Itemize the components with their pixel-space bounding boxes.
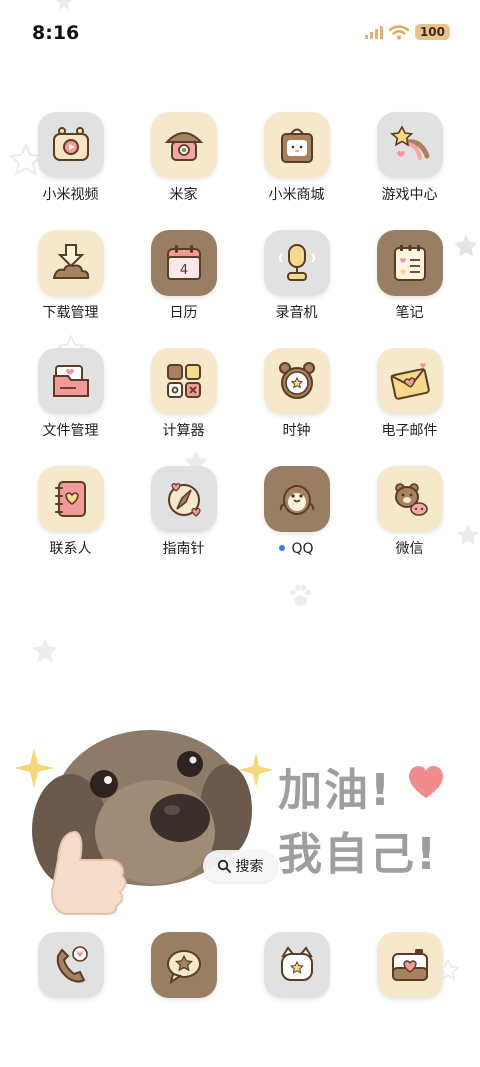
app-label: QQ bbox=[291, 541, 314, 557]
dock-messages[interactable] bbox=[127, 932, 240, 998]
mushroom-house-icon bbox=[164, 132, 203, 161]
dock-browser[interactable] bbox=[240, 932, 353, 998]
dog-photo-illustration bbox=[14, 730, 273, 915]
app-wechat[interactable]: 微信 bbox=[353, 466, 466, 558]
star-decoration-icon bbox=[55, 0, 73, 10]
new-install-dot bbox=[279, 545, 286, 551]
signal-icon bbox=[364, 25, 383, 39]
video-camera-icon bbox=[52, 127, 89, 161]
app-tile[interactable] bbox=[263, 112, 330, 178]
app-tile[interactable] bbox=[263, 230, 330, 296]
app-tile[interactable] bbox=[150, 112, 217, 178]
app-label: 微信 bbox=[395, 541, 424, 557]
app-label: 联系人 bbox=[49, 541, 92, 557]
bear-chat-icon bbox=[394, 483, 428, 516]
app-label: 指南针 bbox=[162, 541, 205, 557]
motto-line-1: 加油! bbox=[278, 765, 393, 816]
app-download-manager[interactable]: 下载管理 bbox=[14, 230, 127, 322]
calendar-day: 4 bbox=[179, 263, 187, 278]
motto-line-2: 我自己! bbox=[278, 829, 439, 880]
app-label: 计算器 bbox=[162, 423, 205, 439]
motivation-widget[interactable]: 加油! 我自己! bbox=[0, 700, 480, 930]
app-tile[interactable] bbox=[37, 230, 104, 296]
shopping-bag-icon bbox=[280, 128, 313, 163]
app-tile[interactable] bbox=[37, 932, 104, 998]
app-tile[interactable] bbox=[37, 466, 104, 532]
heart-icon bbox=[408, 766, 444, 798]
app-label: 笔记 bbox=[395, 305, 424, 321]
status-icons: 100 bbox=[364, 24, 450, 40]
contact-book-icon bbox=[54, 481, 86, 517]
shooting-star-icon bbox=[389, 125, 429, 160]
app-calculator[interactable]: 计算器 bbox=[127, 348, 240, 440]
app-label: 米家 bbox=[169, 187, 198, 203]
app-label: 文件管理 bbox=[42, 423, 99, 439]
app-file-manager[interactable]: 文件管理 bbox=[14, 348, 127, 440]
camera-icon bbox=[391, 949, 428, 981]
app-tile[interactable] bbox=[263, 466, 330, 532]
download-arrow-icon bbox=[52, 244, 89, 279]
notepad-icon bbox=[393, 245, 426, 281]
dock bbox=[14, 932, 466, 998]
app-qq[interactable]: QQ bbox=[240, 466, 353, 558]
search-button[interactable]: 搜索 bbox=[203, 850, 277, 882]
app-tile[interactable] bbox=[263, 932, 330, 998]
penguin-icon bbox=[279, 485, 314, 515]
app-grid: 小米视频 米家 小米商城 游戏中心 下载管理 4 日历 录音机 笔记 文件管理 … bbox=[14, 112, 466, 558]
app-calendar[interactable]: 4 日历 bbox=[127, 230, 240, 322]
app-contacts[interactable]: 联系人 bbox=[14, 466, 127, 558]
app-label: 电子邮件 bbox=[381, 423, 438, 439]
microphone-icon bbox=[278, 244, 315, 281]
app-label: 小米视频 bbox=[42, 187, 99, 203]
app-label: 下载管理 bbox=[42, 305, 99, 321]
app-tile[interactable] bbox=[37, 112, 104, 178]
wifi-icon bbox=[388, 24, 409, 39]
alarm-clock-icon bbox=[278, 362, 315, 399]
app-game-center[interactable]: 游戏中心 bbox=[353, 112, 466, 204]
search-label: 搜索 bbox=[235, 859, 264, 875]
calculator-icon bbox=[166, 364, 201, 398]
status-time: 8:16 bbox=[32, 22, 80, 44]
search-icon bbox=[217, 859, 231, 873]
compass-icon bbox=[167, 482, 201, 517]
app-tile[interactable] bbox=[376, 348, 443, 414]
app-tile[interactable] bbox=[150, 932, 217, 998]
paw-decoration-icon bbox=[290, 584, 312, 606]
calendar-icon: 4 bbox=[166, 245, 201, 280]
app-mijia[interactable]: 米家 bbox=[127, 112, 240, 204]
folder-icon bbox=[52, 365, 89, 397]
app-notes[interactable]: 笔记 bbox=[353, 230, 466, 322]
browser-icon bbox=[280, 946, 313, 981]
battery-indicator: 100 bbox=[414, 24, 450, 40]
app-label: 游戏中心 bbox=[381, 187, 438, 203]
app-tile[interactable] bbox=[376, 112, 443, 178]
app-clock[interactable]: 时钟 bbox=[240, 348, 353, 440]
star-decoration-icon bbox=[436, 958, 460, 981]
app-email[interactable]: 电子邮件 bbox=[353, 348, 466, 440]
app-label: 时钟 bbox=[282, 423, 311, 439]
app-label: 日历 bbox=[169, 305, 198, 321]
app-label: 录音机 bbox=[275, 305, 318, 321]
app-tile[interactable] bbox=[376, 932, 443, 998]
app-xiaomi-video[interactable]: 小米视频 bbox=[14, 112, 127, 204]
app-tile[interactable] bbox=[150, 348, 217, 414]
app-tile[interactable] bbox=[150, 466, 217, 532]
app-tile[interactable] bbox=[263, 348, 330, 414]
app-xiaomi-store[interactable]: 小米商城 bbox=[240, 112, 353, 204]
star-decoration-icon bbox=[32, 638, 58, 663]
phone-icon bbox=[56, 946, 88, 983]
app-label-qq: QQ bbox=[279, 540, 314, 558]
app-tile[interactable] bbox=[37, 348, 104, 414]
app-tile[interactable]: 4 bbox=[150, 230, 217, 296]
app-tile[interactable] bbox=[376, 230, 443, 296]
app-label: 小米商城 bbox=[268, 187, 325, 203]
app-tile[interactable] bbox=[376, 466, 443, 532]
app-compass[interactable]: 指南针 bbox=[127, 466, 240, 558]
envelope-heart-icon bbox=[390, 363, 430, 400]
message-icon bbox=[166, 950, 201, 985]
app-recorder[interactable]: 录音机 bbox=[240, 230, 353, 322]
dock-phone[interactable] bbox=[14, 932, 127, 998]
